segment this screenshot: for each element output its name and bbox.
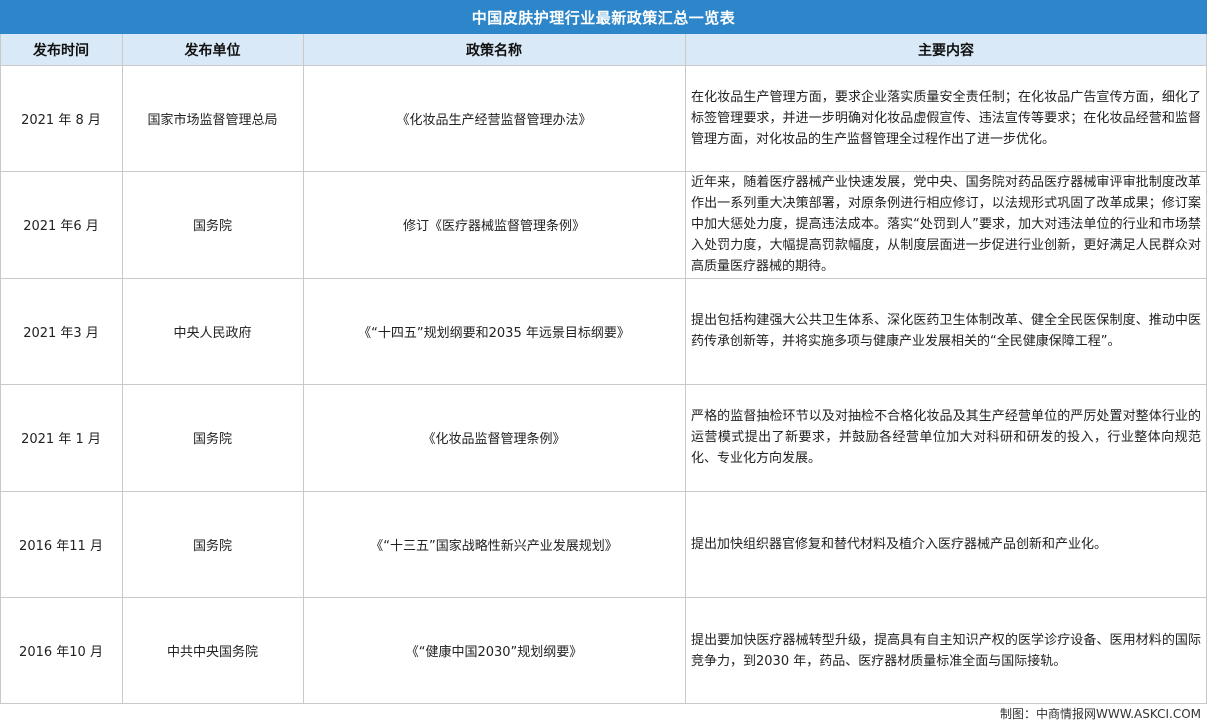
grid-line: [0, 171, 1207, 172]
source-credit: 制图：中商情报网WWW.ASKCI.COM: [1000, 706, 1201, 721]
table-row: 2021 年 1 月 国务院 《化妆品监督管理条例》 严格的监督抽检环节以及对抽…: [0, 384, 1207, 491]
row-policy: 修订《医疗器械监督管理条例》: [402, 219, 585, 234]
row-policy: 《“十四五”规划纲要和2035 年远景目标纲要》: [358, 325, 630, 341]
row-policy: 《化妆品监督管理条例》: [422, 432, 566, 447]
table-row: 2016 年11 月 国务院 《“十三五”国家战略性新兴产业发展规划》 提出加快…: [0, 491, 1207, 597]
row-policy: 《“十三五”国家战略性新兴产业发展规划》: [370, 538, 618, 554]
grid-line: [0, 597, 1207, 598]
row-issuer: 国家市场监督管理总局: [147, 112, 278, 128]
table-title: 中国皮肤护理行业最新政策汇总一览表: [0, 0, 1207, 34]
row-date: 2021 年 8 月: [21, 112, 101, 128]
row-policy: 《“健康中国2030”规划纲要》: [405, 645, 583, 660]
grid-line: [303, 34, 304, 704]
table-row: 2021 年6 月 国务院 修订《医疗器械监督管理条例》 近年来，随着医疗器械产…: [0, 171, 1207, 278]
grid-line: [122, 34, 123, 704]
row-issuer: 国务院: [192, 432, 232, 447]
row-policy: 《化妆品生产经营监督管理办法》: [396, 112, 592, 128]
column-header-content: 主要内容: [918, 42, 974, 59]
row-issuer: 中共中央国务院: [166, 645, 258, 660]
column-header-date: 发布时间: [33, 42, 89, 59]
grid-line: [685, 34, 686, 704]
row-content: 提出加快组织器官修复和替代材料及植介入医疗器械产品创新和产业化。: [691, 536, 1108, 552]
grid-line: [0, 384, 1207, 385]
grid-line: [0, 65, 1207, 66]
table-header: 发布时间 发布单位 政策名称 主要内容: [0, 34, 1207, 65]
grid-line: [0, 34, 1, 704]
row-content: 提出包括构建强大公共卫生体系、深化医药卫生体制改革、健全全民医保制度、推动中医药…: [691, 313, 1201, 349]
row-issuer: 中央人民政府: [173, 325, 252, 341]
grid-line: [0, 491, 1207, 492]
row-date: 2021 年 1 月: [21, 432, 101, 447]
row-date: 2021 年3 月: [23, 325, 99, 341]
row-date: 2021 年6 月: [23, 219, 99, 234]
row-date: 2016 年11 月: [19, 538, 103, 554]
row-issuer: 国务院: [192, 219, 232, 234]
table-row: 2016 年10 月 中共中央国务院 《“健康中国2030”规划纲要》 提出要加…: [0, 597, 1207, 704]
column-header-issuer: 发布单位: [184, 42, 241, 59]
policy-table-page: 中国皮肤护理行业最新政策汇总一览表 发布时间 发布单位 政策名称 主要内容 20…: [0, 0, 1207, 722]
row-content: 严格的监督抽检环节以及对抽检不合格化妆品及其生产经营单位的严厉处置对整体行业的运…: [691, 409, 1201, 466]
table-row: 2021 年 8 月 国家市场监督管理总局 《化妆品生产经营监督管理办法》 在化…: [0, 65, 1207, 171]
row-content: 提出要加快医疗器械转型升级，提高具有自主知识产权的医学诊疗设备、医用材料的国际竞…: [691, 632, 1201, 669]
table-row: 2021 年3 月 中央人民政府 《“十四五”规划纲要和2035 年远景目标纲要…: [0, 278, 1207, 384]
row-date: 2016 年10 月: [19, 645, 103, 660]
row-content: 在化妆品生产管理方面，要求企业落实质量安全责任制；在化妆品广告宣传方面，细化了标…: [691, 89, 1201, 147]
grid-line: [0, 278, 1207, 279]
row-issuer: 国务院: [192, 538, 232, 554]
column-header-policy: 政策名称: [466, 42, 522, 59]
row-content: 近年来，随着医疗器械产业快速发展，党中央、国务院对药品医疗器械审评审批制度改革作…: [691, 175, 1201, 274]
